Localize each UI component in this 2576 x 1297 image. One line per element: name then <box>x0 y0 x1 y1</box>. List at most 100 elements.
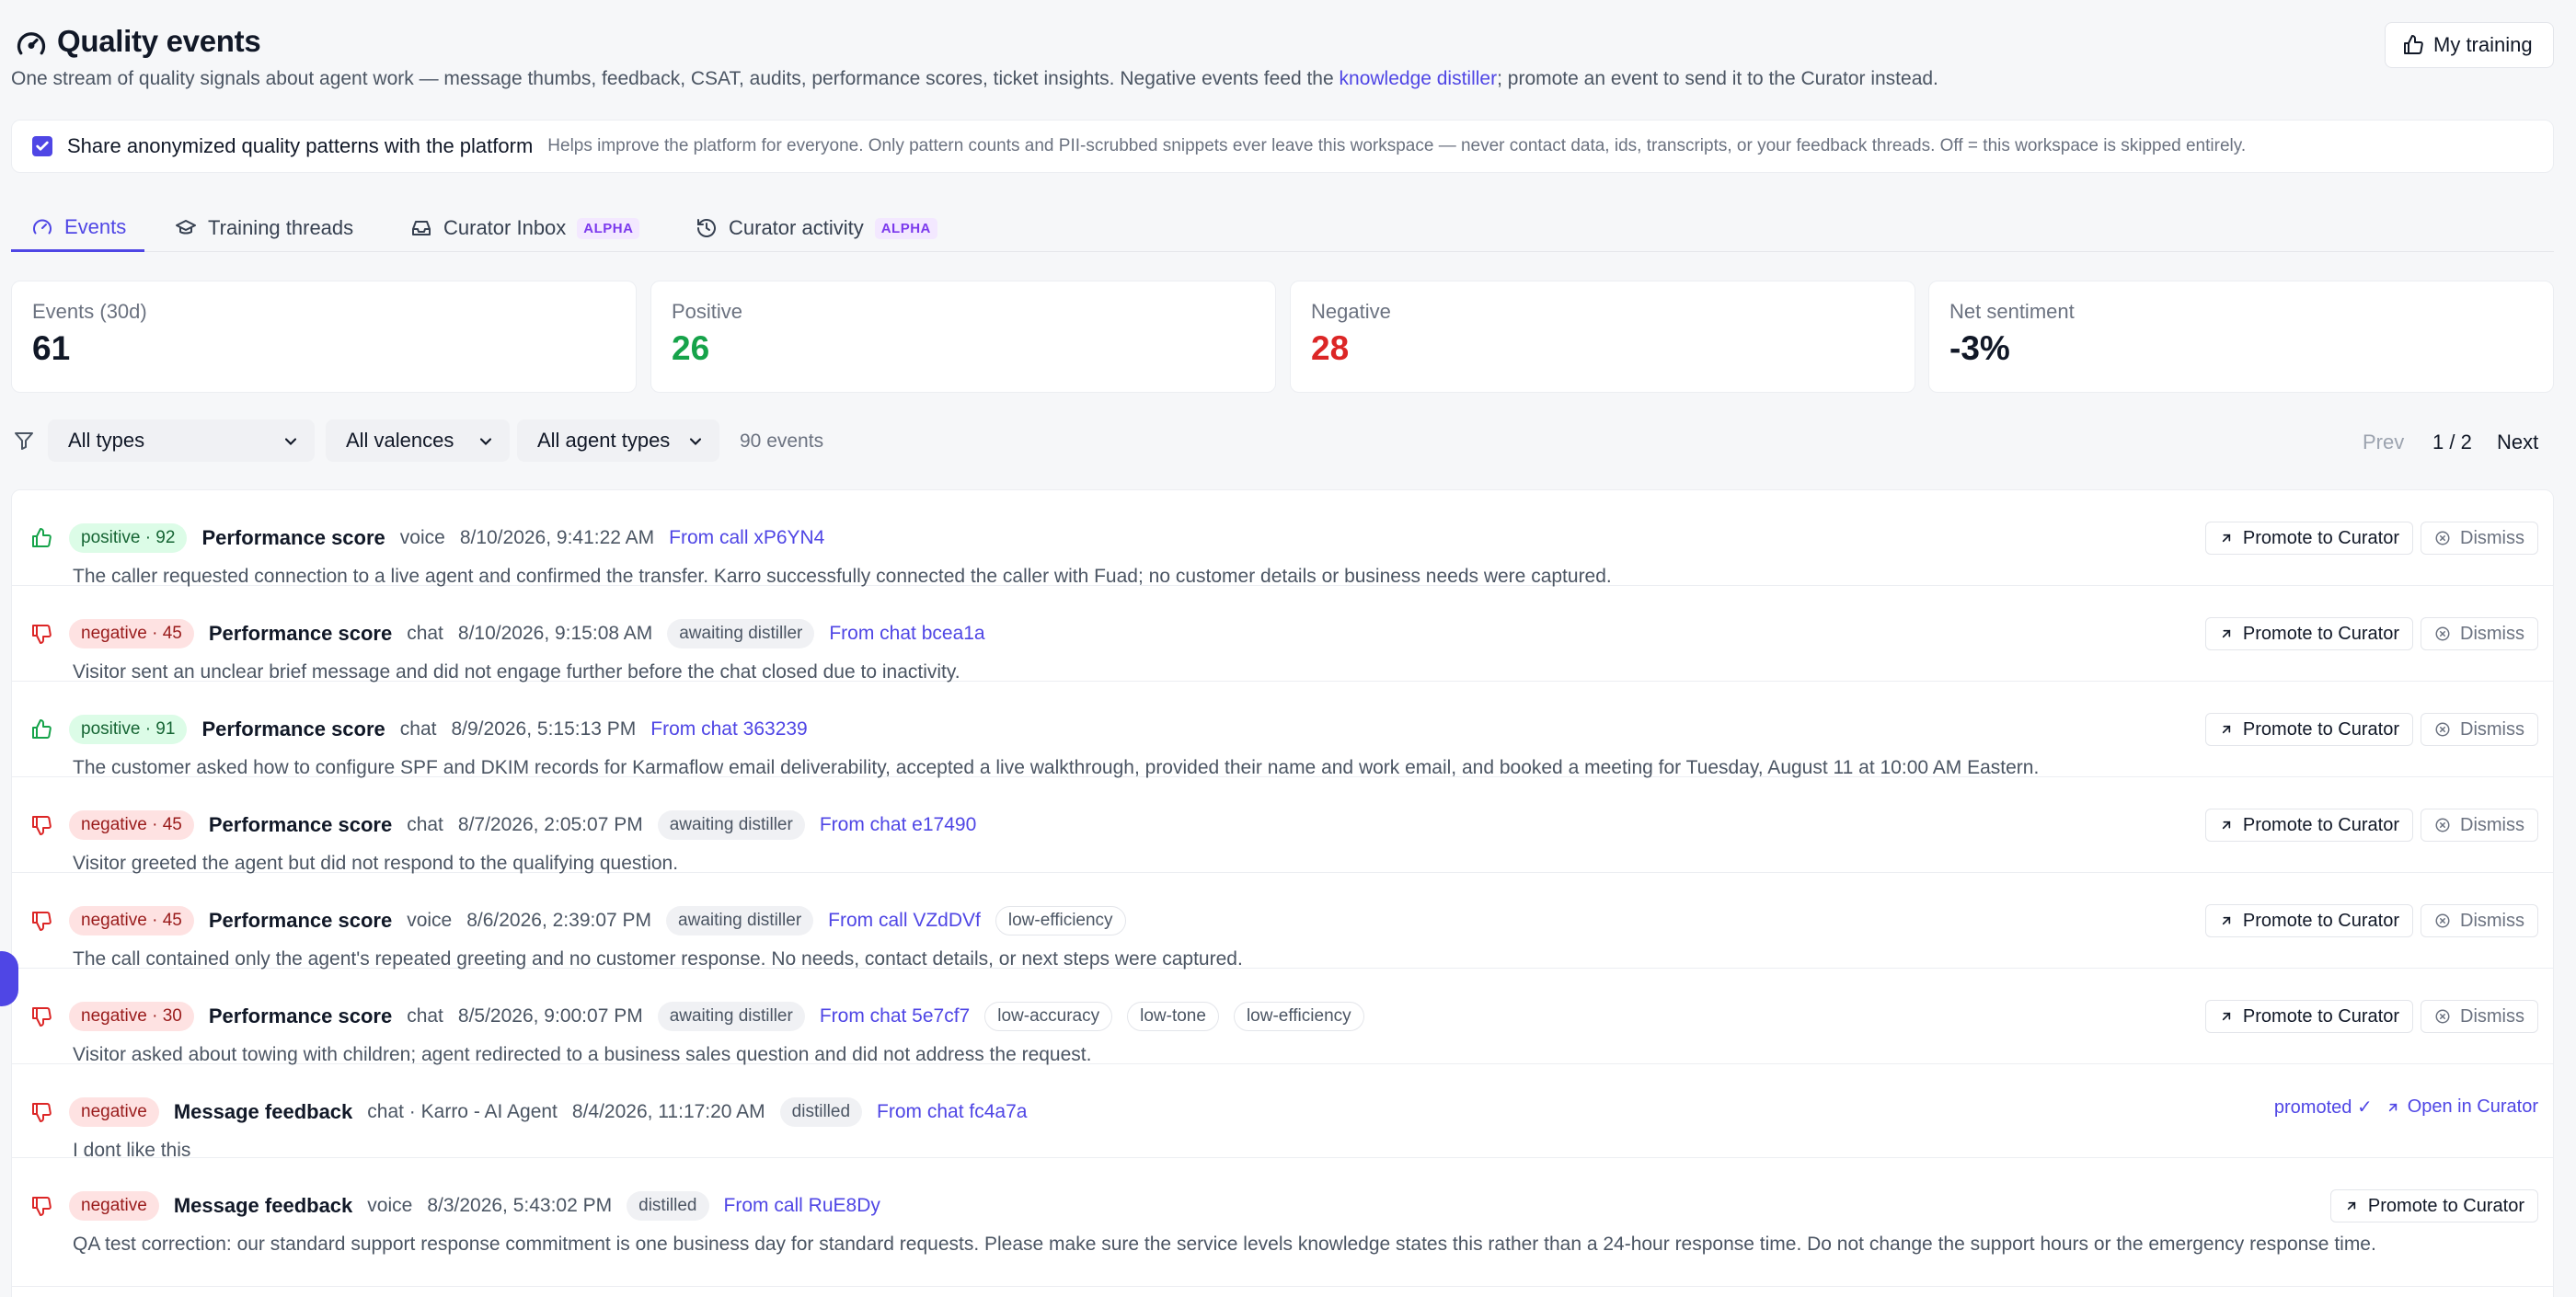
graduation-cap-icon <box>176 220 196 235</box>
event-channel: chat <box>407 1005 443 1027</box>
dismiss-button[interactable]: Dismiss <box>2421 1000 2538 1033</box>
share-patterns-label[interactable]: Share anonymized quality patterns with t… <box>67 134 533 158</box>
event-list: positive · 92 Performance score voice 8/10/… <box>11 489 2554 1297</box>
dismiss-button[interactable]: Dismiss <box>2421 904 2538 937</box>
agent-type-select[interactable]: All agent types <box>517 419 719 462</box>
arrow-up-right-icon <box>2222 1012 2231 1021</box>
event-kind: Performance score <box>201 717 385 740</box>
stat-negative: Negative 28 <box>1290 281 1915 393</box>
valence-select[interactable]: All valences <box>326 419 510 462</box>
gauge-icon <box>33 219 52 234</box>
tab-curator-inbox[interactable]: Curator Inbox ALPHA <box>410 204 640 252</box>
event-row[interactable]: positive · 91 Performance score chat 8/9/20… <box>12 682 2553 778</box>
thumbs-up-icon <box>30 527 52 554</box>
valence-badge: positive · 91 <box>69 715 188 744</box>
event-source-link[interactable]: From chat fc4a7a <box>877 1101 1027 1123</box>
prev-page-button[interactable]: Prev <box>2363 430 2404 454</box>
next-page-button[interactable]: Next <box>2497 430 2538 454</box>
arrow-up-right-icon <box>2388 1103 2397 1111</box>
event-channel: voice <box>399 527 445 548</box>
arrow-up-right-icon <box>2222 821 2231 830</box>
x-circle-icon <box>2435 913 2450 928</box>
event-actions: promoted ✓ Open in Curator <box>2274 1096 2538 1119</box>
open-in-curator-link[interactable]: Open in Curator <box>2386 1096 2538 1118</box>
event-source-link[interactable]: From chat 363239 <box>650 718 807 740</box>
stat-label: Negative <box>1311 300 1391 323</box>
event-source-link[interactable]: From call xP6YN4 <box>669 527 824 549</box>
event-tag: low-accuracy <box>984 1002 1113 1031</box>
tab-training-threads[interactable]: Training threads <box>175 204 353 252</box>
event-row[interactable]: negative · 30 Performance score chat 8/5/20… <box>12 969 2553 1065</box>
valence-badge: negative · 45 <box>69 619 194 648</box>
floating-action-handle[interactable] <box>0 951 18 1006</box>
event-row[interactable]: positive · 92 Performance score voice 8/10/… <box>12 490 2553 587</box>
stat-net-sentiment: Net sentiment -3% <box>1928 281 2554 393</box>
event-actions: Promote to Curator Dismiss <box>2204 713 2538 746</box>
page-indicator: 1 / 2 <box>2432 430 2472 453</box>
tab-label: Curator Inbox <box>443 216 567 239</box>
event-row[interactable]: negative · 45 Performance score chat 8/10/2… <box>12 586 2553 683</box>
knowledge-distiller-link[interactable]: knowledge distiller <box>1340 68 1498 89</box>
event-row[interactable]: negative · 45 Performance score chat 8/7/20… <box>12 777 2553 874</box>
tab-label: Events <box>64 214 127 238</box>
event-kind: Message feedback <box>173 1194 353 1217</box>
agent-type-select-value: All agent types <box>537 429 671 452</box>
promote-label: Promote to Curator <box>2242 910 2399 931</box>
event-actions: Promote to Curator Dismiss <box>2204 1000 2538 1033</box>
page-description: One stream of quality signals about agen… <box>11 68 1938 90</box>
promote-label: Promote to Curator <box>2242 623 2399 644</box>
event-kind: Performance score <box>208 909 393 932</box>
type-select[interactable]: All types <box>48 419 315 462</box>
x-circle-icon <box>2435 626 2450 641</box>
chevron-down-icon <box>284 438 297 445</box>
event-channel: chat · Karro - AI Agent <box>367 1101 558 1122</box>
event-row[interactable]: negative Message feedback chat · Karro - A… <box>12 1064 2553 1161</box>
promote-to-curator-button[interactable]: Promote to Curator <box>2204 1000 2413 1033</box>
tab-events[interactable]: Events <box>11 204 145 252</box>
event-row[interactable]: negative Message feedback voice 8/3/2026, 5… <box>12 1158 2553 1287</box>
share-patterns-checkbox[interactable] <box>32 136 52 156</box>
filter-icon <box>15 432 33 450</box>
promote-to-curator-button[interactable]: Promote to Curator <box>2204 809 2413 842</box>
tab-label: Training threads <box>208 216 354 239</box>
stat-events-30d: Events (30d) 61 <box>11 281 637 393</box>
stat-label: Events (30d) <box>32 300 147 323</box>
event-row[interactable]: negative · 45 Performance score voice 8/6/2… <box>12 873 2553 970</box>
dismiss-label: Dismiss <box>2460 910 2524 931</box>
share-patterns-bar: Share anonymized quality patterns with t… <box>11 120 2554 173</box>
event-channel: voice <box>367 1195 413 1216</box>
event-channel: chat <box>399 718 437 740</box>
promote-label: Promote to Curator <box>2242 527 2399 548</box>
arrow-up-right-icon <box>2222 629 2231 638</box>
event-source-link[interactable]: From chat bcea1a <box>829 623 984 645</box>
page-header: Quality events My training <box>11 22 2554 68</box>
event-source-link[interactable]: From chat e17490 <box>820 814 976 836</box>
promote-to-curator-button[interactable]: Promote to Curator <box>2329 1189 2538 1222</box>
inbox-icon <box>412 221 431 235</box>
event-meta-line: negative Message feedback voice 8/3/2026, 5… <box>69 1189 880 1222</box>
event-source-link[interactable]: From chat 5e7cf7 <box>820 1005 970 1027</box>
promote-to-curator-button[interactable]: Promote to Curator <box>2204 617 2413 650</box>
dismiss-button[interactable]: Dismiss <box>2421 522 2538 555</box>
thumbs-down-icon <box>30 910 52 936</box>
tab-curator-activity[interactable]: Curator activity ALPHA <box>696 204 937 252</box>
event-source-link[interactable]: From call VZdDVf <box>828 910 981 932</box>
my-training-label: My training <box>2433 33 2533 56</box>
event-timestamp: 8/4/2026, 11:17:20 AM <box>571 1101 765 1122</box>
promote-label: Promote to Curator <box>2242 1005 2399 1027</box>
valence-badge: positive · 92 <box>69 523 188 553</box>
status-badge: distilled <box>779 1097 863 1127</box>
event-channel: chat <box>407 623 443 644</box>
valence-badge: negative <box>69 1097 159 1127</box>
event-meta-line: negative · 30 Performance score chat 8/5/20… <box>69 1000 1364 1033</box>
dismiss-button[interactable]: Dismiss <box>2421 713 2538 746</box>
promote-to-curator-button[interactable]: Promote to Curator <box>2204 522 2413 555</box>
promote-to-curator-button[interactable]: Promote to Curator <box>2204 713 2413 746</box>
x-circle-icon <box>2435 531 2450 545</box>
event-source-link[interactable]: From call RuE8Dy <box>724 1195 880 1217</box>
dismiss-button[interactable]: Dismiss <box>2421 809 2538 842</box>
promote-to-curator-button[interactable]: Promote to Curator <box>2204 904 2413 937</box>
event-timestamp: 8/5/2026, 9:00:07 PM <box>457 1005 643 1027</box>
my-training-button[interactable]: My training <box>2385 22 2554 68</box>
dismiss-button[interactable]: Dismiss <box>2421 617 2538 650</box>
